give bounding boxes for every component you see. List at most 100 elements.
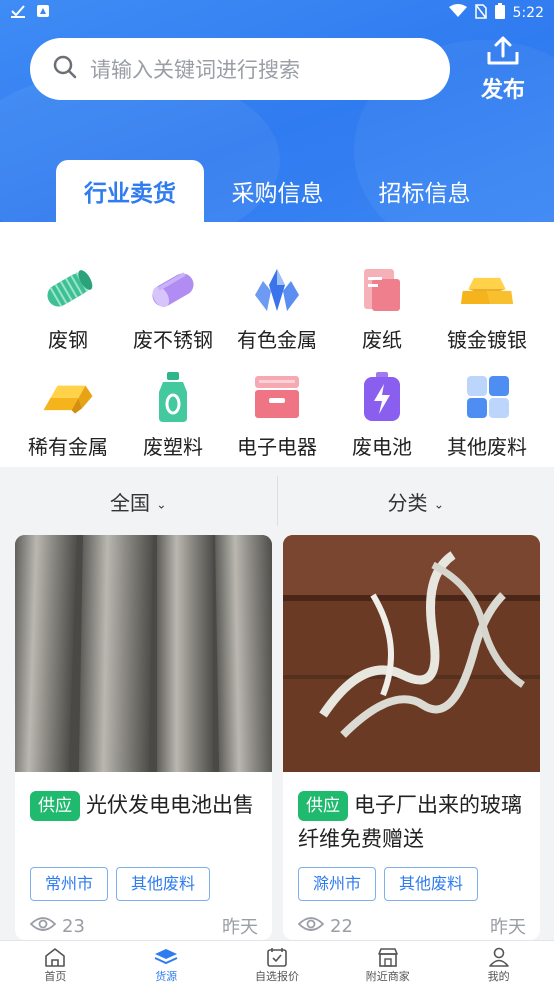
nav-watchlist-quotes[interactable]: 自选报价 (222, 941, 333, 988)
category-label: 有色金属 (237, 328, 317, 352)
eye-icon (297, 916, 325, 937)
gold-bar-icon (459, 262, 515, 318)
listing-tags: 滁州市 其他废料 (298, 867, 479, 901)
search-placeholder: 请输入关键词进行搜索 (90, 58, 300, 82)
post-time: 昨天 (222, 917, 258, 938)
grid-blocks-icon (459, 369, 515, 425)
header: 5:22 请输入关键词进行搜索 发布 行业卖货 采购信息 招标信息 (0, 0, 554, 222)
nav-label: 我的 (487, 969, 510, 983)
tab-tender-info[interactable]: 招标信息 (352, 160, 497, 222)
view-count-value: 23 (62, 915, 85, 937)
eye-icon (29, 916, 57, 937)
nav-label: 货源 (155, 969, 178, 983)
view-count: 22 (297, 915, 353, 937)
tab-label: 行业卖货 (84, 181, 176, 207)
store-icon (376, 946, 400, 968)
nav-sources[interactable]: 货源 (111, 941, 222, 988)
status-bar: 5:22 (0, 0, 554, 26)
ingot-icon (40, 369, 96, 425)
category-label: 镀金镀银 (447, 328, 527, 352)
nav-nearby-merchants[interactable]: 附近商家 (332, 941, 443, 988)
listing-meta: 23 昨天 (29, 913, 258, 939)
search-bar[interactable]: 请输入关键词进行搜索 (30, 38, 450, 100)
category-waste-paper[interactable]: 废纸 (327, 262, 437, 353)
nav-label: 首页 (44, 969, 67, 983)
category-grid: 废钢 废不锈钢 有色金属 废纸 镀金镀银 稀有金属 废塑料 电子电器 废电池 其… (0, 222, 554, 467)
listing-image (15, 535, 272, 772)
stainless-rod-icon (145, 262, 201, 318)
listing-card[interactable]: 供应 电子厂出来的玻璃纤维免费赠送 滁州市 其他废料 22 昨天 (283, 535, 540, 940)
clock-time: 5:22 (512, 5, 544, 21)
location-tag[interactable]: 滁州市 (298, 867, 377, 901)
download-done-icon (10, 4, 26, 22)
listing-title: 供应 电子厂出来的玻璃纤维免费赠送 (298, 788, 528, 856)
category-tag[interactable]: 其他废料 (384, 867, 479, 901)
category-label: 电子电器 (237, 435, 317, 459)
filter-bar: 全国 ⌄ 分类 ⌄ (0, 475, 554, 527)
bottom-nav: 首页 货源 自选报价 附近商家 我的 (0, 940, 554, 988)
listing-title-text: 光伏发电电池出售 (86, 793, 254, 817)
category-rare-metals[interactable]: 稀有金属 (13, 369, 123, 460)
category-label: 废不锈钢 (133, 328, 213, 352)
chevron-down-icon: ⌄ (433, 497, 444, 511)
category-electronics[interactable]: 电子电器 (222, 369, 332, 460)
category-label: 废电池 (352, 435, 412, 459)
tab-label: 采购信息 (231, 181, 324, 207)
region-filter[interactable]: 全国 ⌄ (0, 487, 277, 516)
region-filter-label: 全国 (110, 490, 151, 515)
category-filter[interactable]: 分类 ⌄ (278, 487, 554, 516)
nav-home[interactable]: 首页 (0, 941, 111, 988)
paper-icon (354, 262, 410, 318)
post-time: 昨天 (490, 917, 526, 938)
category-other-waste[interactable]: 其他废料 (432, 369, 542, 460)
category-label: 稀有金属 (28, 435, 108, 459)
listing-image (283, 535, 540, 772)
supply-badge: 供应 (30, 791, 80, 821)
tab-purchase-info[interactable]: 采购信息 (205, 160, 350, 222)
category-gold-silver-plating[interactable]: 镀金镀银 (432, 262, 542, 353)
category-label: 废钢 (48, 328, 88, 352)
listing-title: 供应 光伏发电电池出售 (30, 788, 260, 822)
publish-button[interactable]: 发布 (470, 36, 536, 103)
view-count: 23 (29, 915, 85, 937)
home-icon (43, 946, 67, 968)
category-label: 废塑料 (143, 435, 203, 459)
listing-tags: 常州市 其他废料 (30, 867, 211, 901)
publish-label: 发布 (480, 78, 525, 103)
no-sim-icon (474, 3, 487, 23)
search-icon (52, 54, 78, 84)
nav-profile[interactable]: 我的 (443, 941, 554, 988)
tab-bar: 行业卖货 采购信息 招标信息 (0, 160, 554, 222)
listing-meta: 22 昨天 (297, 913, 526, 939)
category-label: 废纸 (362, 328, 402, 352)
tab-industry-sales[interactable]: 行业卖货 (56, 160, 204, 222)
user-icon (487, 946, 511, 968)
supply-badge: 供应 (298, 791, 348, 821)
category-scrap-stainless[interactable]: 废不锈钢 (118, 262, 228, 353)
battery-icon (354, 369, 410, 425)
location-tag[interactable]: 常州市 (30, 867, 109, 901)
crystal-icon (249, 262, 305, 318)
chevron-down-icon: ⌄ (156, 497, 167, 511)
nav-label: 自选报价 (254, 969, 299, 983)
calendar-check-icon (265, 946, 289, 968)
tab-label: 招标信息 (378, 181, 471, 207)
category-nonferrous[interactable]: 有色金属 (222, 262, 332, 353)
upload-icon (486, 36, 520, 70)
category-filter-label: 分类 (387, 490, 428, 515)
category-waste-battery[interactable]: 废电池 (327, 369, 437, 460)
category-waste-plastic[interactable]: 废塑料 (118, 369, 228, 460)
nav-label: 附近商家 (365, 969, 410, 983)
steel-coil-icon (40, 262, 96, 318)
category-label: 其他废料 (447, 435, 527, 459)
layers-icon (154, 946, 178, 968)
drawer-cabinet-icon (249, 369, 305, 425)
listing-card[interactable]: 供应 光伏发电电池出售 常州市 其他废料 23 昨天 (15, 535, 272, 940)
category-scrap-steel[interactable]: 废钢 (13, 262, 123, 353)
plastic-bottle-icon (145, 369, 201, 425)
notification-icon (36, 4, 50, 22)
category-tag[interactable]: 其他废料 (116, 867, 211, 901)
view-count-value: 22 (330, 915, 353, 937)
wifi-icon (448, 4, 467, 22)
battery-icon (494, 3, 505, 23)
